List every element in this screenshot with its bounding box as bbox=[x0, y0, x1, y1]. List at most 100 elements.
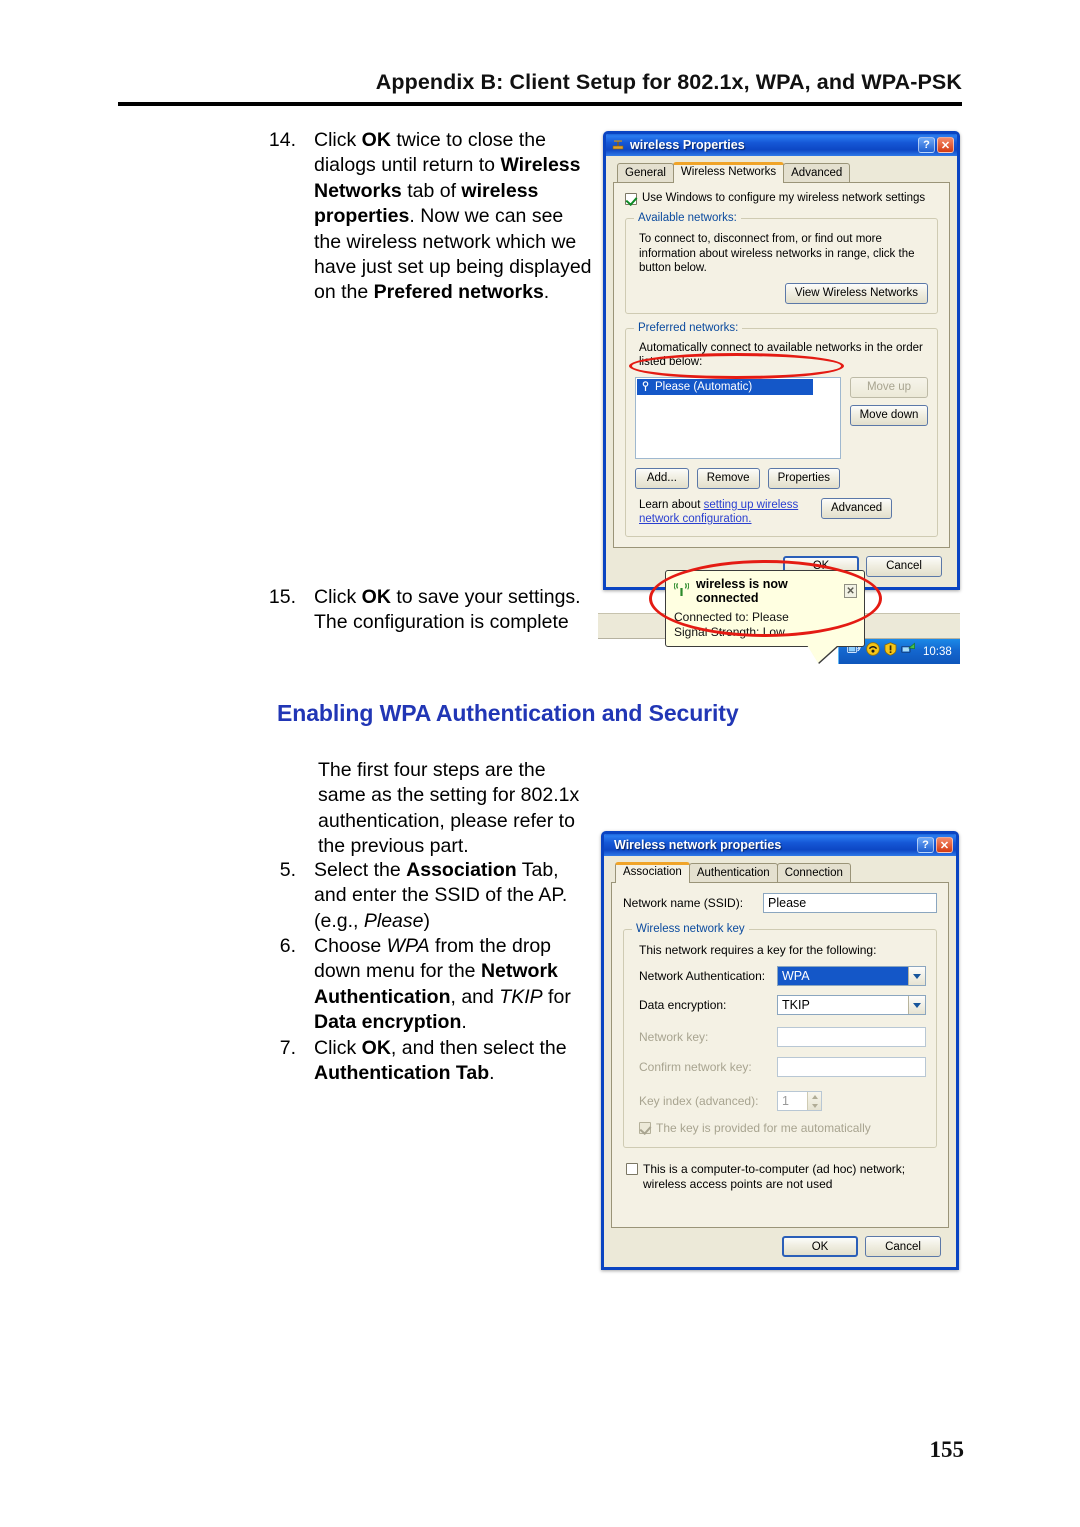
remove-button[interactable]: Remove bbox=[696, 467, 760, 489]
dialog1-body: General Wireless Networks Advanced Use W… bbox=[606, 156, 957, 587]
use-windows-checkbox[interactable] bbox=[625, 193, 637, 205]
learn-about-text: Learn about setting up wireless network … bbox=[635, 498, 821, 527]
learn-more-row: Learn about setting up wireless network … bbox=[635, 497, 928, 527]
balloon-connected-to: Connected to: Please bbox=[674, 610, 789, 624]
page-number: 155 bbox=[929, 1437, 965, 1462]
tab-advanced[interactable]: Advanced bbox=[783, 163, 851, 182]
intro-paragraph: The first four steps are the same as the… bbox=[318, 759, 580, 858]
step-7: 7. Click OK, and then select the Authent… bbox=[262, 1036, 592, 1087]
balloon-tail bbox=[807, 645, 838, 663]
tab-connection[interactable]: Connection bbox=[776, 863, 851, 882]
messenger-tray-icon[interactable] bbox=[866, 642, 880, 661]
cancel-button[interactable]: Cancel bbox=[865, 1236, 941, 1257]
confirm-network-key-input[interactable] bbox=[777, 1057, 926, 1077]
move-down-button[interactable]: Move down bbox=[850, 404, 928, 426]
adhoc-checkbox-row[interactable]: This is a computer-to-computer (ad hoc) … bbox=[623, 1162, 937, 1192]
wireless-network-icon bbox=[640, 381, 651, 392]
available-networks-legend: Available networks: bbox=[634, 212, 741, 224]
help-button[interactable]: ? bbox=[918, 137, 935, 153]
dialog2-title: Wireless network properties bbox=[614, 838, 782, 852]
wireless-network-key-group: Wireless network key This network requir… bbox=[623, 923, 937, 1148]
step-15-text: Click OK to save your settings. The conf… bbox=[314, 586, 581, 634]
key-index-value: 1 bbox=[782, 1094, 789, 1108]
key-index-label: Key index (advanced): bbox=[639, 1094, 759, 1108]
add-button[interactable]: Add... bbox=[635, 467, 689, 489]
section-heading: Enabling WPA Authentication and Security bbox=[277, 700, 739, 726]
help-button[interactable]: ? bbox=[917, 837, 934, 853]
available-networks-group: Available networks: To connect to, disco… bbox=[625, 212, 938, 314]
wireless-properties-dialog: wireless Properties ? ✕ General Wireless… bbox=[603, 131, 960, 590]
key-index-row: Key index (advanced): 1 bbox=[634, 1091, 926, 1111]
tab-association[interactable]: Association bbox=[615, 862, 690, 883]
ok-button[interactable]: OK bbox=[782, 1236, 858, 1257]
wireless-network-key-legend: Wireless network key bbox=[632, 923, 749, 935]
wireless-signal-icon bbox=[673, 581, 690, 600]
tab-wireless-networks[interactable]: Wireless Networks bbox=[672, 162, 785, 183]
network-key-input[interactable] bbox=[777, 1027, 926, 1047]
move-buttons: Move up Move down bbox=[850, 376, 928, 459]
ssid-input[interactable]: Please bbox=[763, 893, 937, 913]
dialog2-titlebar: Wireless network properties ? ✕ bbox=[604, 834, 956, 856]
use-windows-checkbox-row[interactable]: Use Windows to configure my wireless net… bbox=[625, 192, 938, 205]
network-key-label: Network key: bbox=[639, 1030, 709, 1044]
step-6-number: 6. bbox=[279, 935, 296, 957]
learn-prefix: Learn about bbox=[639, 498, 704, 511]
tab-general[interactable]: General bbox=[617, 163, 674, 182]
list-item[interactable]: Please (Automatic) bbox=[637, 378, 813, 395]
ssid-row: Network name (SSID): Please bbox=[623, 893, 937, 913]
dialog1-title: wireless Properties bbox=[630, 138, 745, 152]
chevron-down-icon[interactable] bbox=[908, 967, 925, 985]
data-encryption-value: TKIP bbox=[782, 998, 810, 1012]
close-icon[interactable]: ✕ bbox=[937, 137, 954, 153]
close-icon[interactable]: ✕ bbox=[936, 837, 953, 853]
dialog2-tabstrip: Association Authentication Connection bbox=[611, 862, 949, 883]
balloon-close-icon[interactable]: ✕ bbox=[844, 584, 857, 598]
network-authentication-row: Network Authentication: WPA bbox=[634, 966, 926, 986]
security-alert-tray-icon[interactable] bbox=[884, 642, 897, 661]
adhoc-checkbox[interactable] bbox=[626, 1163, 638, 1175]
dialog2-tabpane: Network name (SSID): Please Wireless net… bbox=[611, 882, 949, 1228]
preferred-networks-legend: Preferred networks: bbox=[634, 321, 743, 334]
chevron-down-icon[interactable] bbox=[908, 996, 925, 1014]
network-authentication-value: WPA bbox=[778, 967, 908, 985]
dialog1-tabpane: Use Windows to configure my wireless net… bbox=[613, 182, 950, 548]
network-connections-tray-icon[interactable] bbox=[901, 642, 916, 661]
cancel-button[interactable]: Cancel bbox=[866, 555, 942, 577]
advanced-button[interactable]: Advanced bbox=[821, 497, 893, 519]
step-6-text: Choose WPA from the drop down menu for t… bbox=[314, 935, 571, 1034]
step-14-number: 14. bbox=[268, 129, 296, 151]
move-up-button[interactable]: Move up bbox=[850, 376, 928, 398]
step-5-text: Select the Association Tab, and enter th… bbox=[314, 859, 568, 932]
step-5: 5. Select the Association Tab, and enter… bbox=[262, 858, 592, 934]
dialog2-title-buttons: ? ✕ bbox=[917, 837, 953, 853]
tab-authentication[interactable]: Authentication bbox=[688, 863, 778, 882]
balloon-signal-strength: Signal Strength: Low bbox=[674, 624, 785, 639]
preferred-networks-listbox[interactable]: Please (Automatic) bbox=[635, 376, 841, 459]
view-wireless-row: View Wireless Networks bbox=[635, 282, 928, 304]
network-authentication-select[interactable]: WPA bbox=[777, 966, 926, 986]
key-index-stepper[interactable]: 1 bbox=[777, 1091, 822, 1111]
step-7-text: Click OK, and then select the Authentica… bbox=[314, 1037, 567, 1085]
dialog1-title-buttons: ? ✕ bbox=[918, 137, 954, 153]
balloon-header: wireless is now connected ✕ bbox=[673, 577, 857, 605]
dialog1-titlebar: wireless Properties ? ✕ bbox=[606, 134, 957, 156]
auto-key-checkbox[interactable] bbox=[639, 1122, 651, 1134]
tray-clock: 10:38 bbox=[923, 645, 952, 658]
properties-button[interactable]: Properties bbox=[767, 467, 840, 489]
data-encryption-select[interactable]: TKIP bbox=[777, 995, 926, 1015]
dialog2-footer: OK Cancel bbox=[611, 1229, 949, 1259]
preferred-networks-description: Automatically connect to available netwo… bbox=[639, 341, 923, 369]
data-encryption-row: Data encryption: TKIP bbox=[634, 995, 926, 1015]
preferred-list-row: Please (Automatic) Move up Move down bbox=[635, 376, 928, 459]
confirm-network-key-label: Confirm network key: bbox=[639, 1060, 752, 1074]
dialog1-tabstrip: General Wireless Networks Advanced bbox=[613, 162, 950, 183]
step-14-text: Click OK twice to close the dialogs unti… bbox=[314, 129, 592, 304]
view-wireless-networks-button[interactable]: View Wireless Networks bbox=[784, 282, 928, 304]
step-6: 6. Choose WPA from the drop down menu fo… bbox=[262, 934, 592, 1036]
network-key-row: Network key: bbox=[634, 1027, 926, 1047]
auto-key-checkbox-row[interactable]: The key is provided for me automatically bbox=[634, 1121, 926, 1135]
auto-key-label: The key is provided for me automatically bbox=[656, 1121, 871, 1135]
list-item-label: Please (Automatic) bbox=[655, 380, 753, 393]
stepper-arrows[interactable] bbox=[807, 1092, 821, 1110]
dialog2-body: Association Authentication Connection Ne… bbox=[604, 856, 956, 1267]
